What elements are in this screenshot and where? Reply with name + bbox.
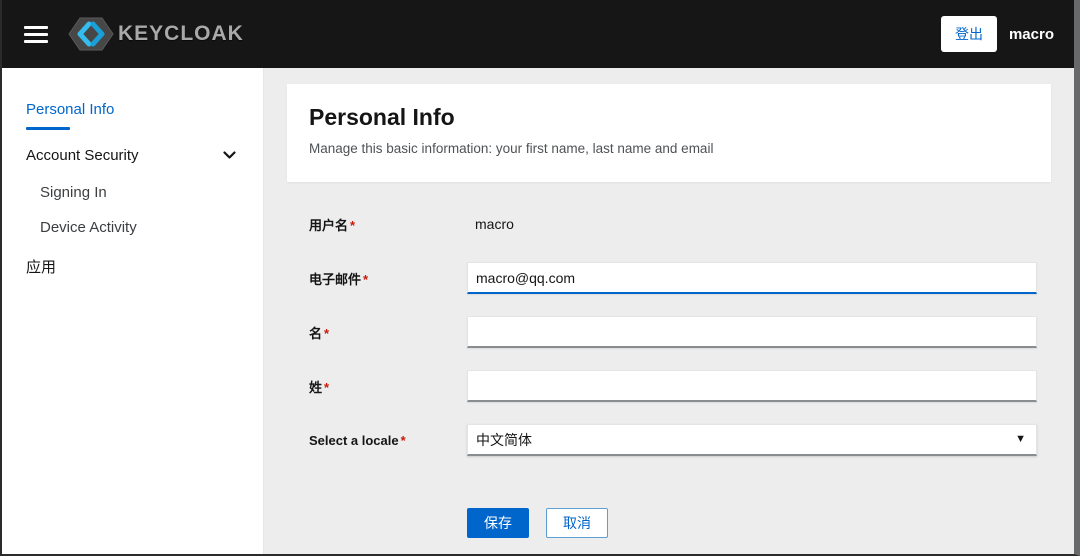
sidebar-item-applications[interactable]: 应用 bbox=[2, 245, 264, 288]
caret-down-icon: ▼ bbox=[1015, 433, 1026, 445]
first-name-label-text: 名 bbox=[309, 325, 323, 341]
page-title: Personal Info bbox=[309, 104, 455, 130]
header: KEYCLOAK 登出 macro bbox=[2, 0, 1074, 68]
first-name-label: 名 * bbox=[309, 323, 467, 342]
hamburger-menu-button[interactable] bbox=[24, 25, 48, 43]
last-name-field[interactable] bbox=[467, 370, 1037, 402]
username-label: 用户名 * bbox=[309, 215, 467, 234]
sidebar-item-label: Device Activity bbox=[40, 219, 137, 236]
first-name-field[interactable] bbox=[467, 316, 1037, 348]
email-row: 电子邮件 * bbox=[309, 262, 1037, 294]
keycloak-hexagon-icon bbox=[68, 17, 114, 51]
required-asterisk: * bbox=[363, 271, 369, 287]
username-value: macro bbox=[475, 216, 514, 232]
required-asterisk: * bbox=[400, 432, 406, 448]
first-name-row: 名 * bbox=[309, 316, 1037, 348]
page-body: Personal Info Account Security Signing I… bbox=[2, 68, 1074, 554]
chevron-down-icon bbox=[223, 151, 236, 159]
required-asterisk: * bbox=[350, 217, 356, 233]
form-actions: 保存 取消 bbox=[309, 508, 1029, 538]
keycloak-logo-text: KEYCLOAK bbox=[118, 22, 244, 45]
username-label-text: 用户名 bbox=[309, 217, 349, 233]
cancel-button[interactable]: 取消 bbox=[546, 508, 608, 538]
sidebar-item-label: Signing In bbox=[40, 184, 107, 201]
email-label-text: 电子邮件 bbox=[309, 271, 362, 287]
keycloak-account-console: KEYCLOAK 登出 macro Personal Info Account … bbox=[0, 0, 1080, 556]
sidebar-item-label: Account Security bbox=[26, 147, 139, 164]
sidebar: Personal Info Account Security Signing I… bbox=[2, 68, 264, 554]
logout-button[interactable]: 登出 bbox=[940, 16, 997, 52]
sidebar-item-device-activity[interactable]: Device Activity bbox=[2, 210, 264, 245]
locale-label: Select a locale * bbox=[309, 433, 467, 448]
locale-select[interactable]: 中文简体 ▼ bbox=[467, 424, 1037, 456]
email-label: 电子邮件 * bbox=[309, 269, 467, 288]
locale-row: Select a locale * 中文简体 ▼ bbox=[309, 424, 1037, 456]
main-content: Personal Info Manage this basic informat… bbox=[264, 68, 1074, 554]
keycloak-logo[interactable]: KEYCLOAK bbox=[68, 15, 244, 53]
locale-selected-value: 中文简体 bbox=[476, 431, 532, 448]
active-tab-indicator bbox=[26, 127, 70, 130]
required-asterisk: * bbox=[324, 325, 330, 341]
sidebar-item-personal-info[interactable]: Personal Info bbox=[2, 90, 264, 136]
locale-label-text: Select a locale bbox=[309, 432, 399, 448]
save-button[interactable]: 保存 bbox=[467, 508, 529, 538]
hamburger-icon bbox=[24, 25, 48, 43]
required-asterisk: * bbox=[324, 379, 330, 395]
page-header-card: Personal Info Manage this basic informat… bbox=[287, 84, 1051, 182]
personal-info-form: 用户名* macro 电子邮件* 名* bbox=[287, 208, 1051, 538]
sidebar-item-label: Personal Info bbox=[26, 101, 115, 118]
last-name-row: 姓 * bbox=[309, 370, 1037, 402]
last-name-label-text: 姓 bbox=[309, 379, 323, 395]
page-subtitle: Manage this basic information: your firs… bbox=[309, 141, 714, 156]
sidebar-item-label: 应用 bbox=[26, 259, 57, 276]
last-name-label: 姓 * bbox=[309, 377, 467, 396]
sidebar-item-account-security[interactable]: Account Security bbox=[2, 136, 264, 175]
header-username: macro bbox=[1008, 25, 1054, 43]
email-field[interactable] bbox=[467, 262, 1037, 294]
username-row: 用户名 * macro bbox=[309, 208, 1029, 240]
sidebar-item-signing-in[interactable]: Signing In bbox=[2, 175, 264, 210]
